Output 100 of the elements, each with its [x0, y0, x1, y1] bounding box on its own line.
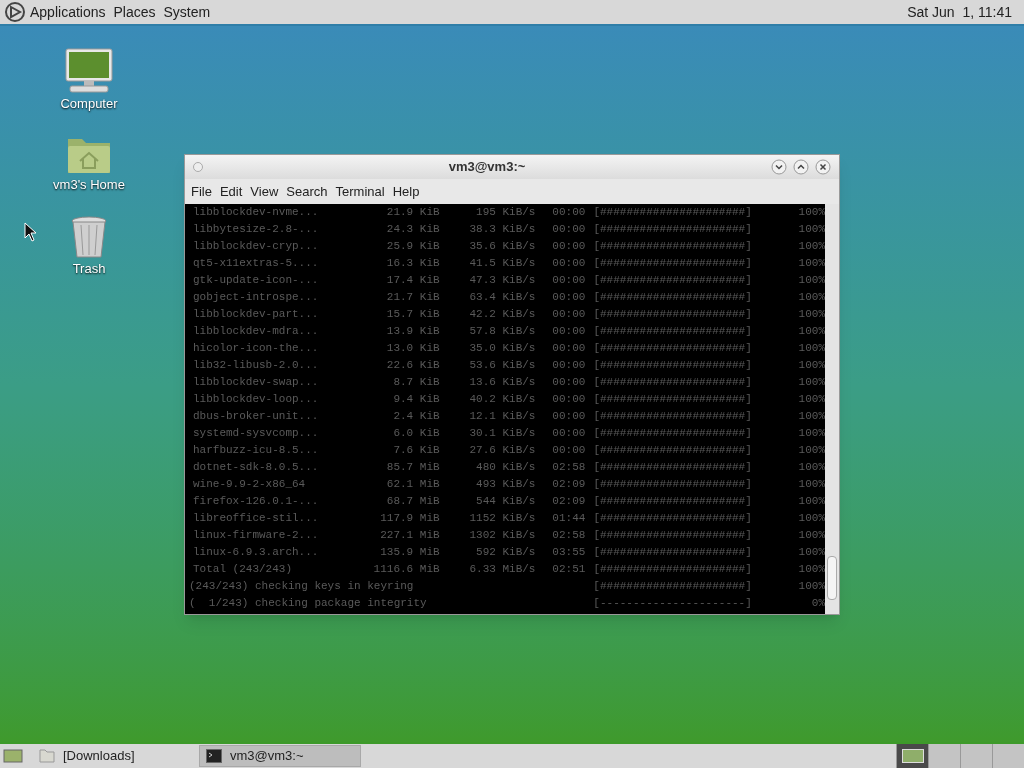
desktop-icon-label[interactable]: Computer	[60, 94, 118, 114]
elapsed-time: 00:00	[551, 273, 586, 288]
package-name: dotnet-sdk-8.0.5...	[192, 460, 320, 475]
download-size: 7.6 KiB	[392, 443, 440, 458]
package-name: libreoffice-stil...	[192, 511, 320, 526]
progress-text: [######################]	[593, 528, 753, 543]
window-title: vm3@vm3:~	[447, 158, 527, 177]
elapsed-time: 00:00	[551, 443, 586, 458]
elapsed-time: 00:00	[551, 256, 586, 271]
download-speed: 480 KiB/s	[475, 460, 536, 475]
elapsed-time: 03:55	[551, 545, 586, 560]
download-speed: 27.6 KiB/s	[468, 443, 536, 458]
menu-item[interactable]: File	[187, 181, 216, 202]
panel-menu[interactable]: Applications	[30, 1, 106, 23]
percent-text: 100%	[797, 239, 825, 254]
trash-icon	[70, 215, 108, 259]
scrollbar-thumb[interactable]	[827, 556, 837, 600]
download-speed: 40.2 KiB/s	[468, 392, 536, 407]
download-speed: 195 KiB/s	[475, 205, 536, 220]
elapsed-time: 00:00	[551, 205, 586, 220]
elapsed-time: 00:00	[551, 375, 586, 390]
package-name: libblockdev-nvme...	[192, 205, 320, 220]
workspace-switcher[interactable]	[960, 744, 992, 768]
progress-text: [######################]	[593, 443, 753, 458]
download-size: 15.7 KiB	[385, 307, 440, 322]
workspace-switcher[interactable]	[992, 744, 1024, 768]
download-speed: 57.8 KiB/s	[468, 324, 536, 339]
percent-text: 100%	[797, 460, 825, 475]
download-speed: 42.2 KiB/s	[468, 307, 536, 322]
download-speed: 12.1 KiB/s	[468, 409, 536, 424]
panel-menu[interactable]: System	[163, 1, 211, 23]
package-name: libblockdev-part...	[192, 307, 320, 322]
package-name: hicolor-icon-the...	[192, 341, 320, 356]
download-size: 6.0 KiB	[392, 426, 440, 441]
package-name: linux-firmware-2...	[192, 528, 320, 543]
status-text: (243/243) checking keys in keyring	[189, 579, 415, 594]
scrollbar[interactable]	[825, 204, 839, 614]
maximize-button[interactable]	[793, 159, 809, 175]
elapsed-time: 00:00	[551, 290, 586, 305]
package-name: systemd-sysvcomp...	[192, 426, 320, 441]
package-name: firefox-126.0.1-...	[192, 494, 320, 509]
workspace-switcher[interactable]	[896, 744, 928, 768]
package-name: harfbuzz-icu-8.5...	[192, 443, 320, 458]
progress-text: [######################]	[593, 477, 753, 492]
percent-text: 100%	[797, 528, 825, 543]
elapsed-time: 00:00	[551, 409, 586, 424]
download-size: 135.9 MiB	[379, 545, 440, 560]
package-name: libblockdev-loop...	[192, 392, 320, 407]
distro-logo-icon	[4, 1, 26, 23]
download-speed: 493 KiB/s	[475, 477, 536, 492]
progress-text: [######################]	[593, 205, 753, 220]
menu-item[interactable]: Help	[388, 181, 424, 202]
progress-text: [######################]	[593, 579, 753, 594]
taskbar-button[interactable]: vm3@vm3:~	[199, 745, 361, 767]
elapsed-time: 00:00	[551, 341, 586, 356]
menu-item[interactable]: Terminal	[331, 181, 389, 202]
elapsed-time: 02:58	[551, 460, 586, 475]
download-size: 8.7 KiB	[392, 375, 440, 390]
progress-text: [######################]	[593, 392, 753, 407]
package-name: dbus-broker-unit...	[192, 409, 320, 424]
package-name: gtk-update-icon-...	[192, 273, 320, 288]
close-button[interactable]	[815, 159, 831, 175]
percent-text: 100%	[797, 426, 825, 441]
menu-item[interactable]: Search	[282, 181, 332, 202]
download-speed: 63.4 KiB/s	[468, 290, 536, 305]
show-desktop-icon[interactable]	[3, 748, 23, 764]
percent-text: 100%	[797, 205, 825, 220]
package-name: wine-9.9-2-x86_64	[192, 477, 307, 492]
progress-text: [######################]	[593, 375, 753, 390]
elapsed-time: 00:00	[551, 358, 586, 373]
package-name: gobject-introspe...	[192, 290, 320, 305]
window-menu-button[interactable]	[193, 162, 203, 172]
download-speed: 6.33 MiB/s	[468, 562, 536, 577]
download-size: 21.9 KiB	[385, 205, 440, 220]
panel-menu[interactable]: Places	[113, 1, 156, 23]
download-speed: 13.6 KiB/s	[468, 375, 536, 390]
percent-text: 100%	[797, 409, 825, 424]
menu-item[interactable]: Edit	[215, 181, 247, 202]
percent-text: 100%	[797, 324, 825, 339]
download-size: 16.3 KiB	[385, 256, 440, 271]
progress-text: [######################]	[593, 222, 753, 237]
workspace-switcher[interactable]	[928, 744, 960, 768]
download-size: 21.7 KiB	[385, 290, 440, 305]
package-name: linux-6.9.3.arch...	[192, 545, 320, 560]
download-speed: 41.5 KiB/s	[468, 256, 536, 271]
progress-text: [######################]	[593, 239, 753, 254]
download-speed: 592 KiB/s	[475, 545, 536, 560]
package-name: lib32-libusb-2.0...	[192, 358, 320, 373]
package-name: libblockdev-swap...	[192, 375, 320, 390]
percent-text: 100%	[797, 290, 825, 305]
clock[interactable]: Sat Jun 1, 11:41	[907, 1, 1012, 23]
menu-item[interactable]: View	[246, 181, 283, 202]
elapsed-time: 02:51	[551, 562, 586, 577]
package-name: libblockdev-mdra...	[192, 324, 320, 339]
desktop-icon-label[interactable]: vm3's Home	[53, 174, 125, 194]
download-speed: 53.6 KiB/s	[468, 358, 536, 373]
percent-text: 100%	[797, 307, 825, 322]
elapsed-time: 02:58	[551, 528, 586, 543]
minimize-button[interactable]	[771, 159, 787, 175]
taskbar-button[interactable]: [Downloads]	[33, 745, 195, 767]
